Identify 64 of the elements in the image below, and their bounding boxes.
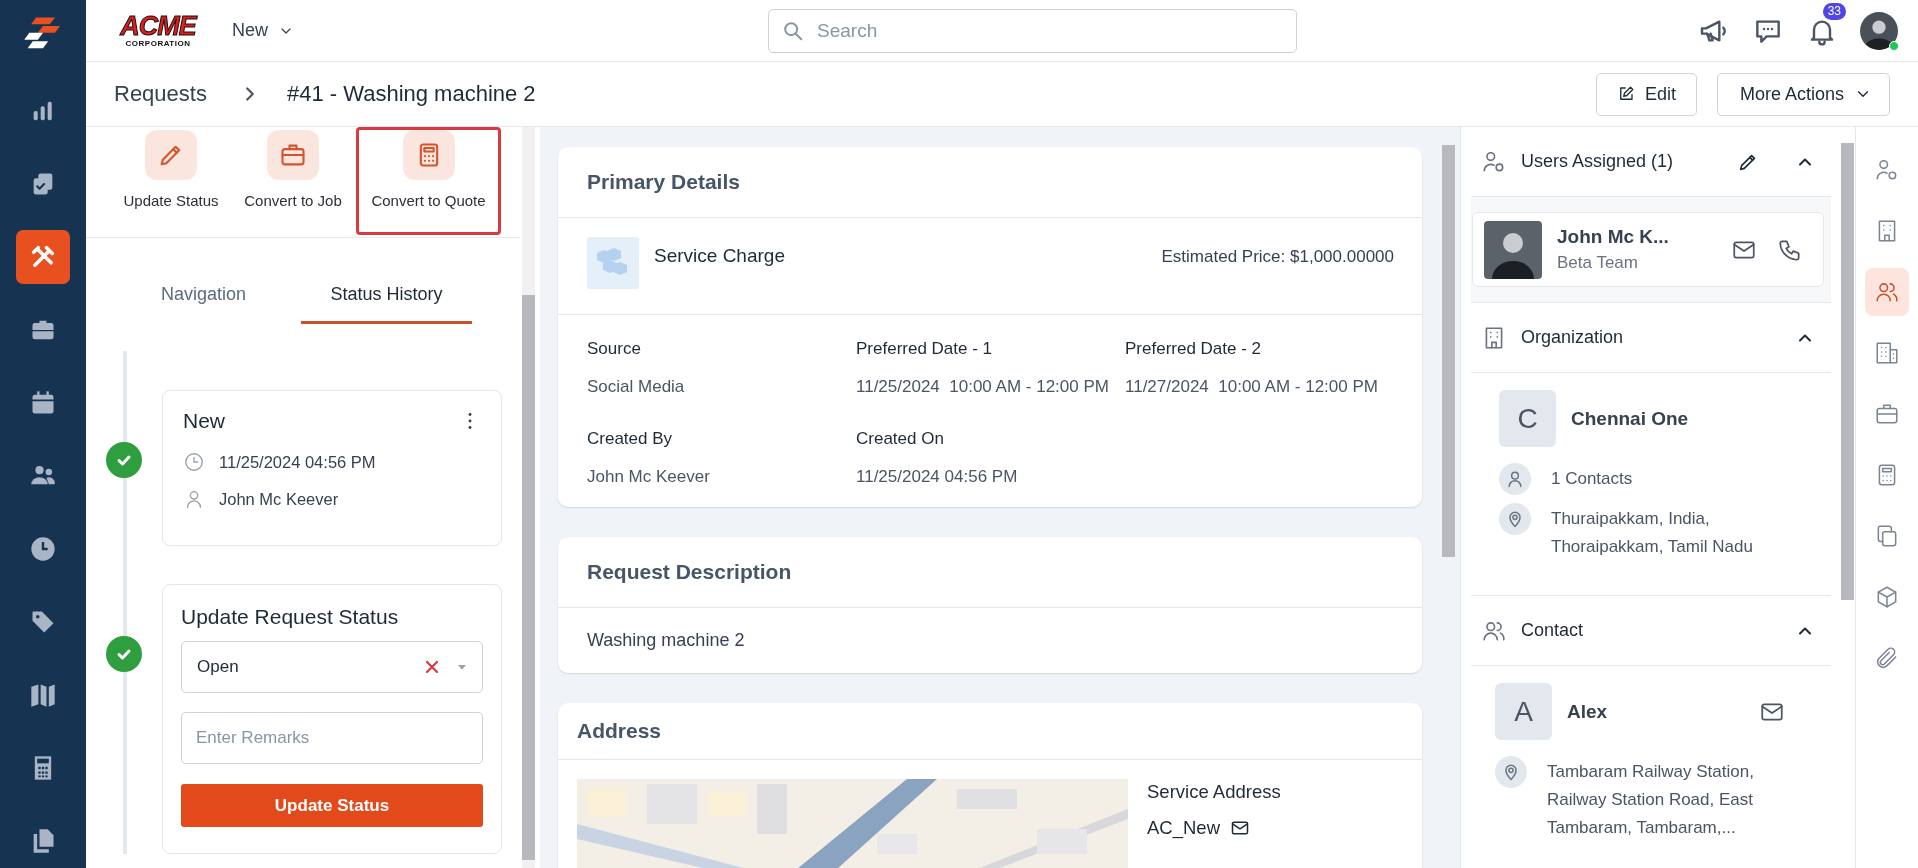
field-value: 11/27/2024 10:00 AM - 12:00 PM (1125, 377, 1379, 397)
notification-count: 33 (1822, 2, 1846, 20)
mail-icon[interactable] (1230, 818, 1250, 838)
status-select[interactable]: Open (181, 641, 483, 693)
address-name: AC_New (1147, 817, 1220, 839)
section-title: Organization (1521, 327, 1625, 348)
side-rail-item[interactable] (1865, 268, 1909, 316)
field-value: John Mc Keever (587, 467, 711, 487)
new-menu[interactable]: New (228, 16, 298, 45)
company-logo[interactable]: ACME CORPORATION (114, 13, 202, 48)
user-name: John Mc K... (1557, 226, 1670, 248)
edit-button[interactable]: Edit (1596, 72, 1697, 116)
field-label: Preferred Date - 1 (856, 339, 994, 359)
org-avatar: C (1499, 390, 1556, 447)
update-status-button[interactable]: Update Status (181, 784, 483, 827)
nav-item[interactable] (16, 230, 70, 284)
search-field[interactable]: Search (768, 8, 1297, 53)
remarks-field[interactable]: Enter Remarks (181, 712, 483, 764)
user-avatar[interactable] (1860, 11, 1898, 50)
section-title: Contact (1521, 620, 1585, 641)
field-label: Created On (856, 429, 945, 449)
contacts-count: 1 Contacts (1551, 468, 1633, 490)
status-time: 11/25/2024 04:56 PM (219, 452, 376, 472)
description-text: Washing machine 2 (586, 629, 746, 652)
card-title: Primary Details (558, 147, 1422, 218)
estimated-price: Estimated Price: $1,000.00000 (1161, 247, 1394, 267)
clock-icon (183, 451, 205, 473)
section-title: Users Assigned (1) (1521, 151, 1675, 172)
status-user: John Mc Keever (219, 489, 339, 509)
org-location: Thuraipakkam, India, Thoraipakkam, Tamil Nadu (1551, 508, 1753, 558)
card-title: Address (558, 703, 1422, 760)
address-label: Service Address (1147, 781, 1281, 803)
field-label: Preferred Date - 2 (1125, 339, 1263, 359)
user-team: Beta Team (1557, 253, 1639, 273)
user-avatar (1484, 220, 1542, 279)
status-title: New (183, 409, 225, 433)
user-icon (1505, 469, 1525, 489)
buildings-icon (1874, 340, 1900, 366)
more-actions-button[interactable]: More Actions (1717, 72, 1890, 116)
scrollbar[interactable] (1841, 143, 1854, 600)
field-value: 11/25/2024 04:56 PM (856, 467, 1019, 487)
contact-avatar: A (1495, 683, 1552, 740)
tab[interactable]: Status History (301, 268, 472, 324)
field-value: 11/25/2024 10:00 AM - 12:00 PM (856, 377, 1110, 397)
clock-icon (29, 535, 57, 563)
scrollbar[interactable] (1442, 145, 1455, 557)
breadcrumb-link[interactable]: Requests (114, 81, 207, 107)
card-title: Update Request Status (181, 605, 400, 629)
action-button[interactable]: Convert to Quote (356, 127, 501, 235)
contact-address: Tambaram Railway Station, Railway Station Road, East Tambaram, Tambaram,... (1547, 761, 1754, 839)
cubes-icon (587, 237, 639, 289)
action-button[interactable]: Update Status (112, 127, 230, 235)
scrollbar[interactable] (522, 295, 535, 860)
field-label: Source (587, 339, 642, 359)
tab[interactable]: Navigation (118, 268, 289, 324)
contact-name: Alex (1567, 700, 1609, 723)
field-label: Created By (587, 429, 674, 449)
action-button[interactable]: Convert to Job (234, 127, 352, 235)
org-name: Chennai One (1571, 407, 1690, 430)
field-value: Social Media (587, 377, 686, 397)
edit-icon (1617, 85, 1635, 103)
page-title: #41 - Washing machine 2 (286, 81, 536, 107)
item-name: Service Charge (654, 245, 785, 267)
card-title: Request Description (558, 537, 1422, 608)
